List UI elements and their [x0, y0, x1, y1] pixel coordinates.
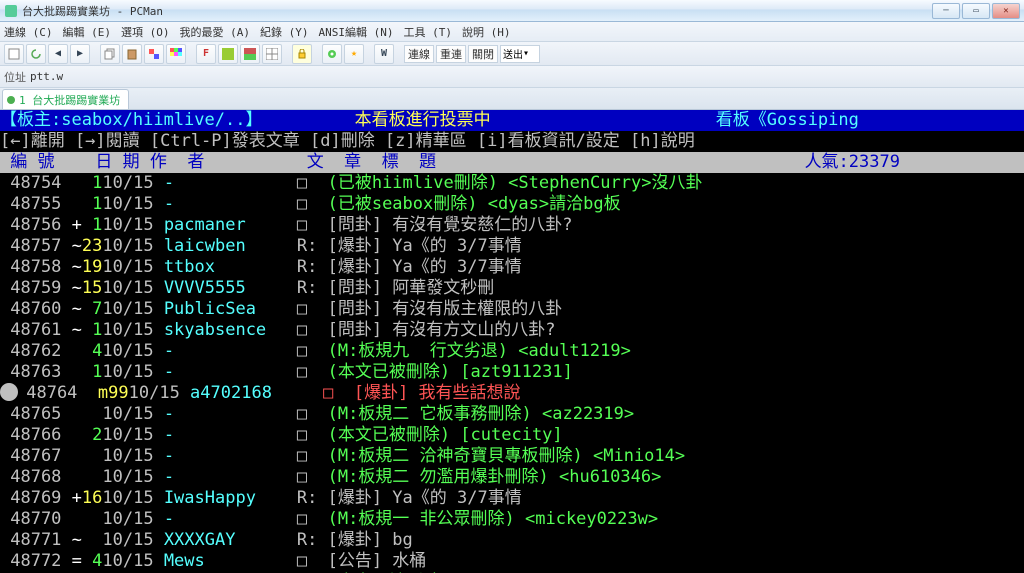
list-item[interactable]: 48762 410/15 - □ (M:板規九 行文劣退) <adult1219…	[0, 341, 1024, 362]
grid-button[interactable]	[262, 44, 282, 64]
gear-icon[interactable]	[322, 44, 342, 64]
minimize-button[interactable]: ─	[932, 3, 960, 19]
palette-button[interactable]	[166, 44, 186, 64]
reconnect-button[interactable]	[26, 44, 46, 64]
list-item[interactable]: 48766 210/15 - □ (本文已被刪除) [cutecity]	[0, 425, 1024, 446]
help-line: [←]離開 [→]閱讀 [Ctrl-P]發表文章 [d]刪除 [z]精華區 [i…	[0, 131, 1024, 152]
list-item[interactable]: 48759 ~1510/15 VVVV5555 R: [問卦] 阿華發文秒刪	[0, 278, 1024, 299]
send-dropdown[interactable]: 送出 ▾	[500, 45, 540, 63]
prev-button[interactable]: ◀	[48, 44, 68, 64]
paste-button[interactable]	[122, 44, 142, 64]
new-button[interactable]	[4, 44, 24, 64]
list-item[interactable]: 48763 110/15 - □ (本文已被刪除) [azt911231]	[0, 362, 1024, 383]
tab-label: 1 台大批踢踢實業坊	[19, 92, 120, 108]
list-item[interactable]: 48755 110/15 - □ (已被seabox刪除) <dyas>請洽bg…	[0, 194, 1024, 215]
list-item[interactable]: 48758 ~1910/15 ttbox R: [爆卦] Ya《的 3/7事情	[0, 257, 1024, 278]
menu-item[interactable]: 說明 (H)	[462, 24, 511, 40]
star-icon[interactable]: ★	[344, 44, 364, 64]
wiki-button[interactable]: W	[374, 44, 394, 64]
tab-bar: 1 台大批踢踢實業坊	[0, 88, 1024, 110]
connect-label[interactable]: 連線	[404, 45, 434, 63]
status-dot-icon	[7, 96, 15, 104]
palette2-button[interactable]	[240, 44, 260, 64]
toolbar: ◀ ▶ F ★ W 連線 重連 關閉 送出 ▾	[0, 42, 1024, 66]
reconn-label[interactable]: 重連	[436, 45, 466, 63]
menu-item[interactable]: 編輯 (E)	[63, 24, 112, 40]
menu-item[interactable]: 紀錄 (Y)	[260, 24, 309, 40]
list-item[interactable]: 48765 10/15 - □ (M:板規二 它板事務刪除) <az22319>	[0, 404, 1024, 425]
list-item[interactable]: 48767 10/15 - □ (M:板規二 洽神奇寶貝專板刪除) <Minio…	[0, 446, 1024, 467]
terminal[interactable]: 【板主:seabox/hiimlive/..】 本看板進行投票中 看板《Goss…	[0, 110, 1024, 573]
lock-button[interactable]	[292, 44, 312, 64]
list-item[interactable]: 48772 = 410/15 Mews □ [公告] 水桶	[0, 551, 1024, 572]
tab[interactable]: 1 台大批踢踢實業坊	[2, 89, 129, 109]
list-item[interactable]: 48756 + 110/15 pacmaner □ [問卦] 有沒有覺安慈仁的八…	[0, 215, 1024, 236]
address-input[interactable]: ptt.w	[30, 70, 63, 83]
menu-item[interactable]: 連線 (C)	[4, 24, 53, 40]
maximize-button[interactable]: ▭	[962, 3, 990, 19]
address-label: 位址	[4, 69, 26, 85]
close-button[interactable]: ✕	[992, 3, 1020, 19]
menubar: 連線 (C) 編輯 (E) 選項 (O) 我的最愛 (A) 紀錄 (Y) ANS…	[0, 22, 1024, 42]
window-buttons: ─ ▭ ✕	[932, 3, 1020, 19]
address-bar: 位址 ptt.w	[0, 66, 1024, 88]
header-line: 【板主:seabox/hiimlive/..】 本看板進行投票中 看板《Goss…	[0, 110, 1024, 131]
list-item[interactable]: 48768 10/15 - □ (M:板規二 勿濫用爆卦刪除) <hu61034…	[0, 467, 1024, 488]
column-header: 編 號 日 期 作 者 文 章 標 題 人氣:23379	[0, 152, 1024, 173]
menu-item[interactable]: 工具 (T)	[403, 24, 452, 40]
list-item[interactable]: 48769 +1610/15 IwasHappy R: [爆卦] Ya《的 3/…	[0, 488, 1024, 509]
list-item[interactable]: 48754 110/15 - □ (已被hiimlive刪除) <Stephen…	[0, 173, 1024, 194]
window-title: 台大批踢踢實業坊 - PCMan	[22, 3, 163, 19]
next-button[interactable]: ▶	[70, 44, 90, 64]
menu-item[interactable]: 我的最愛 (A)	[180, 24, 251, 40]
font-button[interactable]: F	[196, 44, 216, 64]
list-item[interactable]: 48760 ~ 710/15 PublicSea □ [問卦] 有沒有版主權限的…	[0, 299, 1024, 320]
list-item[interactable]: 48771 ~ 10/15 XXXXGAY R: [爆卦] bg	[0, 530, 1024, 551]
app-icon	[4, 4, 18, 18]
window-titlebar: 台大批踢踢實業坊 - PCMan ─ ▭ ✕	[0, 0, 1024, 22]
close-label[interactable]: 關閉	[468, 45, 498, 63]
list-item[interactable]: 48764 m9910/15 a4702168 □ [爆卦] 我有些話想說	[0, 383, 1024, 404]
list-item[interactable]: 48761 ~ 110/15 skyabsence □ [問卦] 有沒有方文山的…	[0, 320, 1024, 341]
bgcolor-button[interactable]	[218, 44, 238, 64]
list-item[interactable]: 48770 10/15 - □ (M:板規一 非公眾刪除) <mickey022…	[0, 509, 1024, 530]
menu-item[interactable]: 選項 (O)	[121, 24, 170, 40]
list-item[interactable]: 48757 ~2310/15 laicwben R: [爆卦] Ya《的 3/7…	[0, 236, 1024, 257]
menu-item[interactable]: ANSI編輯 (N)	[319, 24, 394, 40]
color-copy-button[interactable]	[144, 44, 164, 64]
copy-button[interactable]	[100, 44, 120, 64]
